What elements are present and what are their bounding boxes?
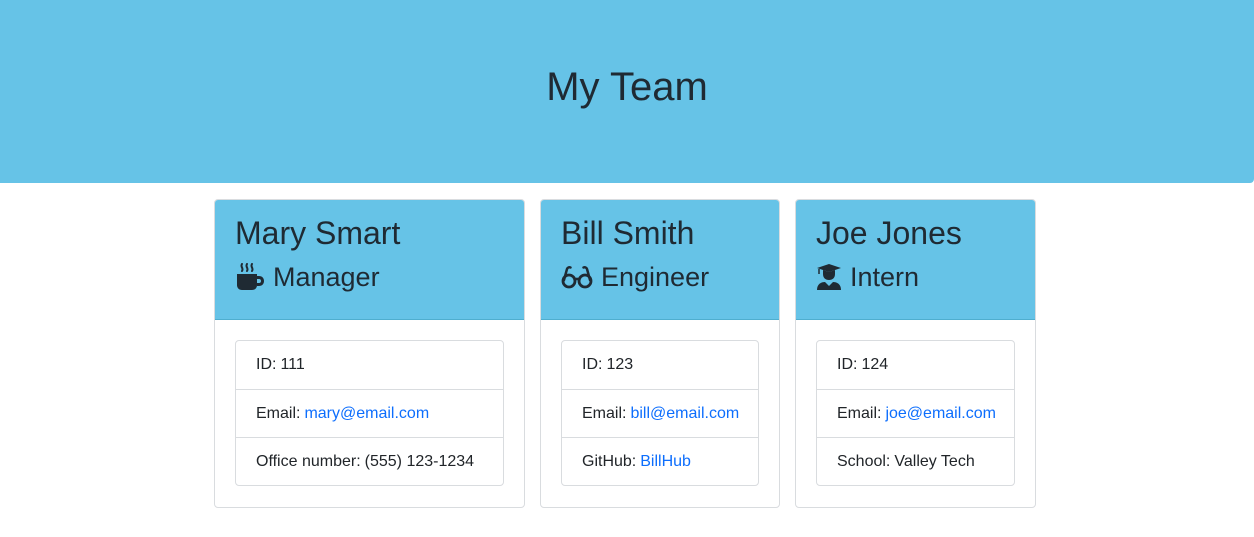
list-item-email: Email: mary@email.com	[236, 389, 503, 437]
role-label: Engineer	[601, 262, 710, 292]
github-label: GitHub:	[582, 452, 637, 470]
card-body: ID: 111 Email: mary@email.com Office numbe…	[215, 320, 524, 506]
page-title: My Team	[546, 65, 708, 109]
employee-details-list: ID: 124 Email: joe@email.com School: Valley…	[816, 340, 1015, 486]
role-label: Manager	[273, 262, 380, 292]
coffee-mug-icon	[235, 263, 265, 291]
card-header: Joe Jones Intern	[796, 200, 1035, 320]
employee-card-manager: Mary Smart Manager ID: 111 Email: mary@ema…	[214, 199, 525, 508]
id-label: ID:	[582, 356, 603, 373]
card-body: ID: 124 Email: joe@email.com School: Valley…	[796, 320, 1035, 506]
card-header: Bill Smith Engineer	[541, 200, 779, 320]
list-item-id: ID: 111	[236, 341, 503, 389]
office-number-label: Office number:	[256, 452, 361, 470]
employee-name: Bill Smith	[561, 215, 695, 251]
employee-card-intern: Joe Jones Intern ID: 124 Email: joe@email.…	[795, 199, 1036, 508]
email-link[interactable]: bill@email.com	[630, 405, 739, 423]
email-link[interactable]: joe@email.com	[885, 405, 996, 423]
id-value: 124	[861, 356, 889, 373]
id-label: ID:	[837, 356, 858, 373]
email-label: Email:	[837, 404, 882, 422]
card-body: ID: 123 Email: bill@email.com GitHub: BillH…	[541, 320, 779, 506]
employee-card-engineer: Bill Smith Engineer ID: 123 Email: bill@em…	[540, 199, 780, 508]
list-item-office-number: Office number: (555) 123-1234	[236, 437, 503, 485]
email-label: Email:	[256, 404, 301, 422]
id-value: 111	[280, 356, 305, 373]
id-label: ID:	[256, 356, 277, 373]
list-item-email: Email: joe@email.com	[817, 389, 1014, 437]
team-header-banner: My Team	[0, 0, 1254, 183]
id-value: 123	[606, 356, 634, 373]
graduate-icon	[816, 263, 842, 291]
employee-role: Manager	[235, 260, 504, 294]
employee-role: Engineer	[561, 260, 759, 294]
glasses-icon	[561, 265, 593, 289]
list-item-email: Email: bill@email.com	[562, 389, 758, 437]
employee-name: Mary Smart	[235, 215, 401, 251]
school-value: Valley Tech	[894, 452, 975, 470]
employee-details-list: ID: 111 Email: mary@email.com Office numbe…	[235, 340, 504, 486]
email-link[interactable]: mary@email.com	[304, 405, 429, 423]
list-item-school: School: Valley Tech	[817, 437, 1014, 485]
employee-details-list: ID: 123 Email: bill@email.com GitHub: BillH…	[561, 340, 759, 486]
role-label: Intern	[850, 262, 920, 292]
list-item-id: ID: 123	[562, 341, 758, 389]
list-item-id: ID: 124	[817, 341, 1014, 389]
office-number-value: (555) 123-1234	[364, 452, 475, 470]
email-label: Email:	[582, 404, 627, 422]
employee-name: Joe Jones	[816, 215, 962, 251]
employee-role: Intern	[816, 260, 1015, 294]
github-link[interactable]: BillHub	[640, 453, 691, 471]
school-label: School:	[837, 452, 891, 470]
card-header: Mary Smart Manager	[215, 200, 524, 320]
list-item-github: GitHub: BillHub	[562, 437, 758, 485]
